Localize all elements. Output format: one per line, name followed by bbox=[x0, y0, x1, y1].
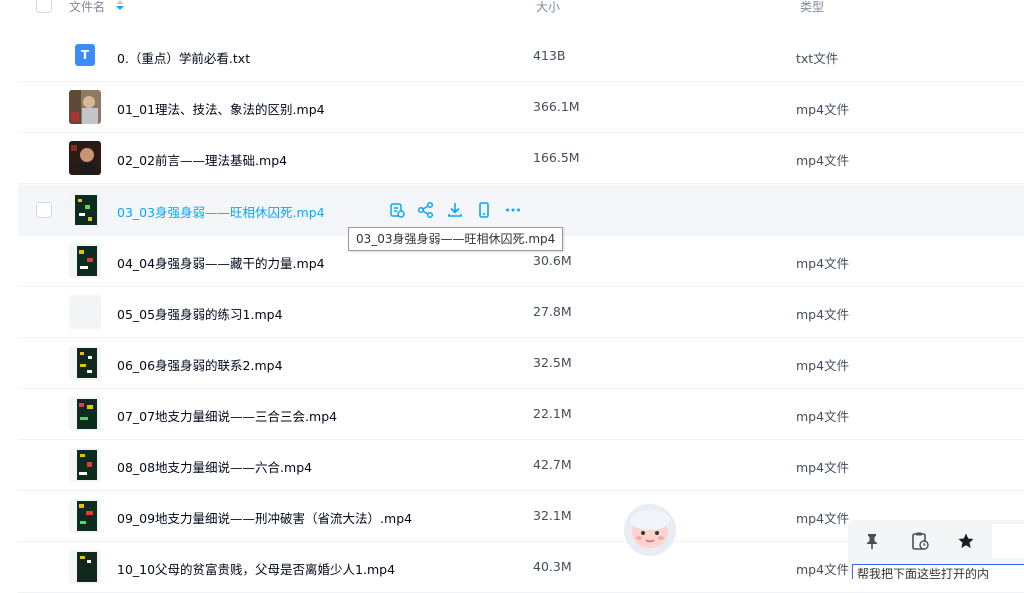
dock-text-preview[interactable]: 帮我把下面这些打开的内 bbox=[852, 564, 1024, 579]
file-type: mp4文件 bbox=[796, 511, 850, 526]
file-size: 30.6M bbox=[533, 253, 572, 268]
file-row[interactable]: T 0.（重点）学前必看.txt 413B txt文件 bbox=[18, 31, 1024, 82]
file-type: mp4文件 bbox=[796, 256, 850, 271]
save-to-drive-icon[interactable] bbox=[388, 201, 406, 219]
file-row[interactable]: 08_08地支力量细说——六合.mp4 42.7M mp4文件 bbox=[18, 440, 1024, 491]
favorite-button[interactable] bbox=[946, 524, 986, 558]
file-size: 413B bbox=[533, 48, 566, 63]
file-name[interactable]: 03_03身强身弱——旺相休囚死.mp4 bbox=[117, 202, 325, 221]
file-name[interactable]: 0.（重点）学前必看.txt bbox=[117, 48, 250, 67]
file-size: 27.8M bbox=[533, 304, 572, 319]
file-type: mp4文件 bbox=[796, 358, 850, 373]
select-all-checkbox[interactable] bbox=[36, 0, 52, 13]
file-size: 42.7M bbox=[533, 457, 572, 472]
file-name[interactable]: 08_08地支力量细说——六合.mp4 bbox=[117, 457, 312, 476]
column-header-size[interactable]: 大小 bbox=[536, 0, 560, 15]
share-icon[interactable] bbox=[417, 201, 435, 219]
more-icon[interactable] bbox=[504, 201, 522, 219]
file-name[interactable]: 07_07地支力量细说——三合三会.mp4 bbox=[117, 406, 337, 425]
file-name[interactable]: 02_02前言——理法基础.mp4 bbox=[117, 150, 287, 169]
file-name[interactable]: 05_05身强身弱的练习1.mp4 bbox=[117, 304, 283, 323]
file-size: 40.3M bbox=[533, 559, 572, 574]
video-thumbnail bbox=[69, 397, 101, 431]
file-type: mp4文件 bbox=[796, 409, 850, 424]
file-row[interactable]: 01_01理法、技法、象法的区别.mp4 366.1M mp4文件 bbox=[18, 82, 1024, 133]
file-size: 166.5M bbox=[533, 150, 580, 165]
star-icon bbox=[958, 533, 974, 548]
file-row[interactable]: 06_06身强身弱的联系2.mp4 32.5M mp4文件 bbox=[18, 338, 1024, 389]
file-type: mp4文件 bbox=[796, 562, 850, 577]
download-icon[interactable] bbox=[446, 201, 464, 219]
clipboard-history-icon bbox=[912, 532, 929, 550]
assistant-mascot-icon[interactable] bbox=[612, 498, 688, 558]
file-type: txt文件 bbox=[796, 51, 839, 66]
pin-icon bbox=[867, 534, 877, 549]
video-thumbnail bbox=[69, 448, 101, 482]
file-name[interactable]: 04_04身强身弱——藏干的力量.mp4 bbox=[117, 253, 325, 272]
video-thumbnail bbox=[69, 499, 101, 533]
video-thumbnail bbox=[69, 141, 101, 175]
file-size: 32.5M bbox=[533, 355, 572, 370]
file-row[interactable]: 02_02前言——理法基础.mp4 166.5M mp4文件 bbox=[18, 133, 1024, 184]
column-header-name[interactable]: 文件名 bbox=[69, 0, 105, 15]
pin-button[interactable] bbox=[852, 524, 892, 558]
video-thumbnail bbox=[69, 295, 101, 329]
column-header-type[interactable]: 类型 bbox=[800, 0, 824, 15]
file-row[interactable]: 07_07地支力量细说——三合三会.mp4 22.1M mp4文件 bbox=[18, 389, 1024, 440]
video-thumbnail bbox=[69, 550, 101, 584]
dock-extra-button[interactable] bbox=[992, 524, 1024, 558]
floating-toolbar: 帮我把下面这些打开的内 bbox=[848, 520, 1024, 579]
file-name[interactable]: 10_10父母的贫富贵贱，父母是否离婚少人1.mp4 bbox=[117, 559, 395, 578]
file-name[interactable]: 01_01理法、技法、象法的区别.mp4 bbox=[117, 99, 325, 118]
video-thumbnail bbox=[69, 346, 101, 380]
file-name[interactable]: 09_09地支力量细说——刑冲破害（省流大法）.mp4 bbox=[117, 508, 412, 527]
sort-icon[interactable] bbox=[116, 0, 124, 10]
filename-tooltip: 03_03身强身弱——旺相休囚死.mp4 bbox=[348, 227, 564, 251]
file-row[interactable]: 05_05身强身弱的练习1.mp4 27.8M mp4文件 bbox=[18, 287, 1024, 338]
clipboard-history-button[interactable] bbox=[900, 524, 940, 558]
file-name[interactable]: 06_06身强身弱的联系2.mp4 bbox=[117, 355, 283, 374]
file-type: mp4文件 bbox=[796, 460, 850, 475]
video-thumbnail bbox=[69, 90, 101, 124]
txt-file-icon: T bbox=[69, 39, 101, 73]
video-thumbnail bbox=[69, 244, 101, 278]
send-to-phone-icon[interactable] bbox=[475, 201, 493, 219]
file-type: mp4文件 bbox=[796, 153, 850, 168]
row-checkbox[interactable] bbox=[36, 202, 52, 218]
file-type: mp4文件 bbox=[796, 102, 850, 117]
file-type: mp4文件 bbox=[796, 307, 850, 322]
file-size: 22.1M bbox=[533, 406, 572, 421]
file-list-header: 文件名 大小 类型 bbox=[0, 0, 1024, 22]
video-thumbnail bbox=[69, 193, 101, 227]
file-size: 32.1M bbox=[533, 508, 572, 523]
file-size: 366.1M bbox=[533, 99, 580, 114]
